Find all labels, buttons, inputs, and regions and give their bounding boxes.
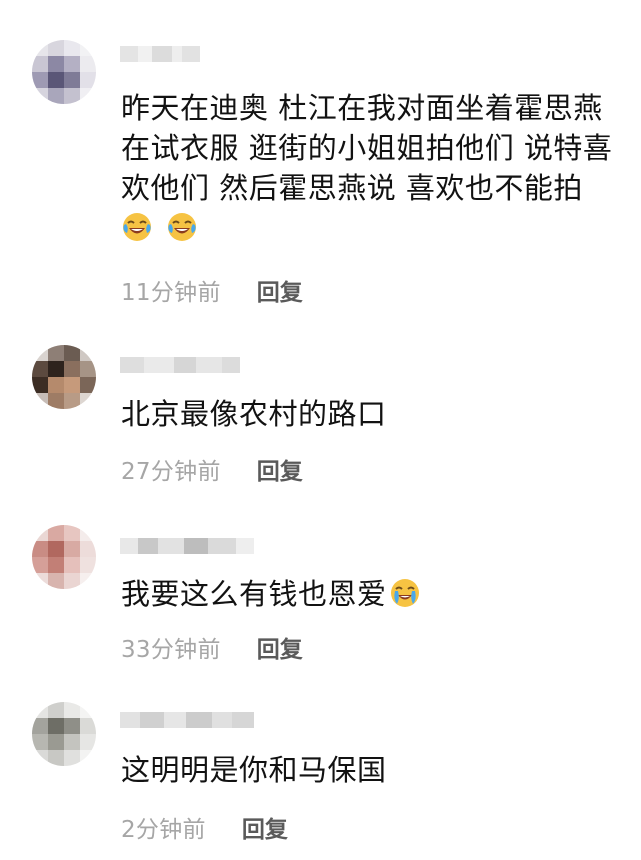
comment-item: 我要这么有钱也恩爱 33分钟前 回复 [0, 510, 641, 690]
comment-line: 在试衣服 逛街的小姐姐拍他们 说特喜 [121, 131, 613, 165]
comment-item: 这明明是你和马保国 2分钟前 回复 [0, 690, 641, 860]
emoji-row [121, 208, 612, 252]
laughing-tears-emoji [167, 213, 196, 241]
comment-text: 北京最像农村的路口 [121, 394, 387, 434]
comment-meta: 33分钟前 回复 [121, 630, 303, 664]
timestamp: 27分钟前 [121, 459, 221, 485]
comment-line: 我要这么有钱也恩爱 [121, 577, 387, 611]
timestamp: 33分钟前 [121, 637, 221, 663]
comment-meta: 11分钟前 回复 [121, 273, 303, 307]
avatar[interactable] [32, 40, 96, 104]
avatar[interactable] [32, 345, 96, 409]
comment-line: 欢他们 然后霍思燕说 喜欢也不能拍 [121, 171, 583, 205]
comment-line: 北京最像农村的路口 [121, 397, 387, 431]
username-redacted [120, 538, 254, 554]
reply-button[interactable]: 回复 [257, 452, 303, 486]
comment-meta: 27分钟前 回复 [121, 452, 303, 486]
comment-line: 昨天在迪奥 杜江在我对面坐着霍思燕 [121, 91, 603, 125]
username-redacted [120, 46, 200, 62]
comment-text: 这明明是你和马保国 [121, 750, 387, 790]
reply-button[interactable]: 回复 [257, 630, 303, 664]
reply-button[interactable]: 回复 [257, 273, 303, 307]
avatar[interactable] [32, 525, 96, 589]
laughing-tears-emoji [123, 213, 151, 241]
timestamp: 11分钟前 [121, 280, 221, 306]
comment-item: 北京最像农村的路口 27分钟前 回复 [0, 330, 641, 510]
avatar[interactable] [32, 702, 96, 766]
username-redacted [120, 712, 254, 728]
comment-item: 昨天在迪奥 杜江在我对面坐着霍思燕 在试衣服 逛街的小姐姐拍他们 说特喜 欢他们… [0, 0, 641, 330]
reply-button[interactable]: 回复 [242, 810, 288, 844]
comment-text: 我要这么有钱也恩爱 [121, 574, 424, 614]
crying-laughing-emoji [390, 579, 419, 607]
username-redacted [120, 357, 240, 373]
comment-meta: 2分钟前 回复 [121, 810, 288, 844]
timestamp: 2分钟前 [121, 817, 206, 843]
comment-text: 昨天在迪奥 杜江在我对面坐着霍思燕 在试衣服 逛街的小姐姐拍他们 说特喜 欢他们… [121, 88, 612, 252]
comment-line: 这明明是你和马保国 [121, 753, 387, 787]
